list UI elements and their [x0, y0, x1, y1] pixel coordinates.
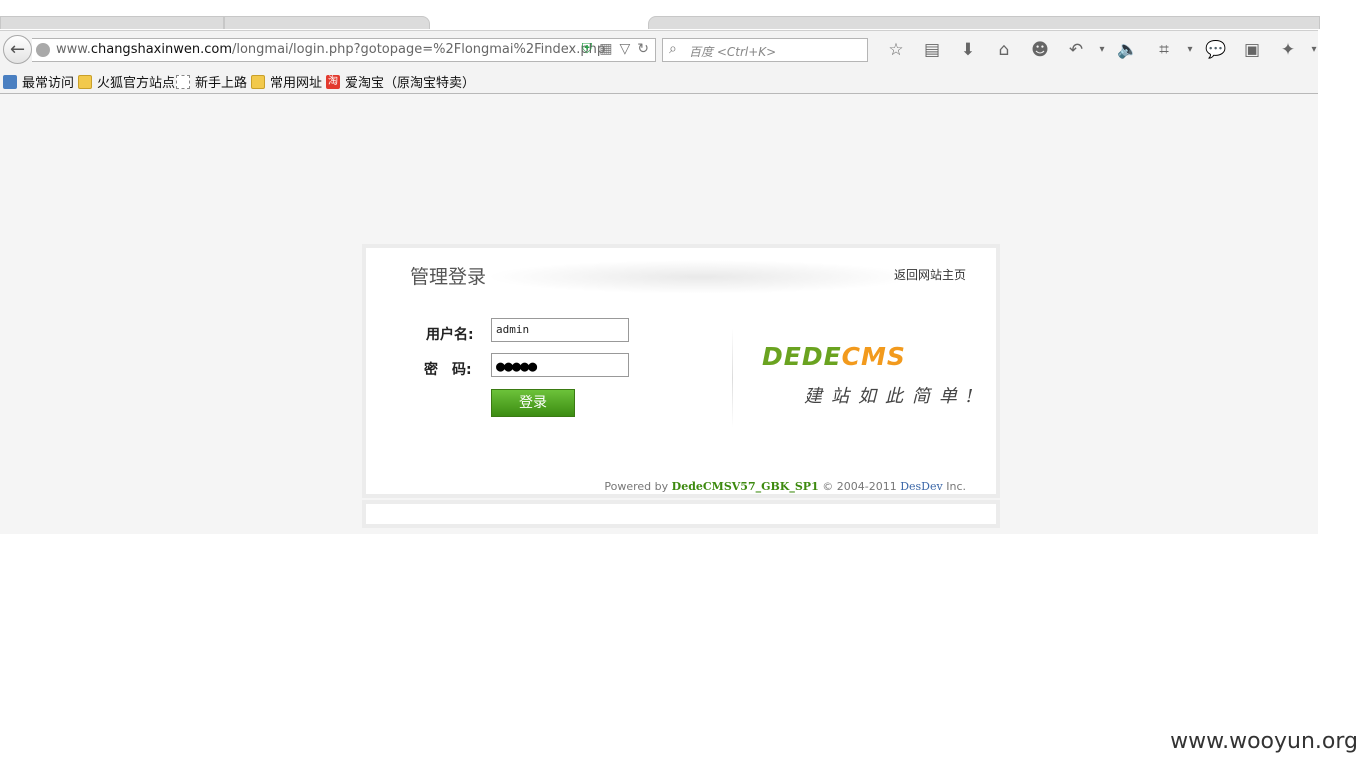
username-label: 用户名: — [426, 327, 474, 343]
home-icon[interactable]: ⌂ — [986, 39, 1022, 61]
dropdown-icon[interactable]: ▽ — [619, 41, 630, 57]
tab-2[interactable] — [224, 16, 430, 29]
toolbar: ☆ ▤ ⬇ ⌂ ☻ ↶ ▾ 🔈 ⌗ ▾ 💬 ▣ ✦ ▾ — [878, 39, 1322, 61]
bookmark-label: 火狐官方站点 — [97, 76, 176, 91]
volume-icon[interactable]: 🔈 — [1110, 39, 1146, 61]
undo-icon[interactable]: ↶ — [1058, 39, 1094, 61]
chevron-down-icon[interactable]: ▾ — [1306, 39, 1322, 61]
tab-3[interactable] — [648, 16, 1320, 29]
bookmarks-bar: 最常访问 火狐官方站点 新手上路 常用网址 淘 爱淘宝（原淘宝特卖） — [0, 69, 1318, 94]
login-footer-bar — [362, 500, 1000, 528]
password-mask: ●●●●● — [496, 357, 537, 375]
bookmark-most-visited[interactable]: 最常访问 — [3, 72, 74, 91]
folder-icon — [251, 74, 265, 89]
taobao-icon: 淘 — [326, 74, 340, 89]
username-input[interactable]: admin — [491, 318, 629, 342]
back-home-link[interactable]: 返回网站主页 — [894, 266, 966, 283]
chevron-down-icon[interactable]: ▾ — [1182, 39, 1198, 61]
bookmark-label: 最常访问 — [22, 76, 75, 91]
download-icon[interactable]: ⬇ — [950, 39, 986, 61]
qr-code-icon[interactable]: ▦ — [599, 41, 612, 57]
globe-icon — [36, 43, 50, 57]
reload-icon[interactable]: ↻ — [637, 41, 649, 57]
extension-icon[interactable]: ✦ — [1270, 39, 1306, 61]
tab-1[interactable] — [0, 16, 224, 29]
translate-icon[interactable]: ▣ — [1234, 39, 1270, 61]
search-placeholder: 百度 <Ctrl+K> — [689, 45, 777, 59]
watermark: www.wooyun.org — [1170, 729, 1358, 754]
version-link[interactable]: DedeCMSV57_GBK_SP1 — [672, 480, 819, 493]
title-shade — [486, 260, 916, 294]
search-icon: ⌕ — [669, 41, 677, 57]
password-input[interactable]: ●●●●● — [491, 353, 629, 377]
desdev-link[interactable]: DesDev — [900, 480, 943, 493]
star-icon[interactable]: ☆ — [878, 39, 914, 61]
page-title: 管理登录 — [410, 266, 487, 288]
login-button[interactable]: 登录 — [491, 389, 575, 417]
shield-icon[interactable]: ⛨ — [582, 41, 593, 57]
bookmark-getting-started[interactable]: 新手上路 — [176, 72, 247, 91]
bookmark-label: 常用网址 — [270, 76, 323, 91]
dedecms-logo: DEDECMS — [762, 342, 906, 371]
page-content: 管理登录 返回网站主页 用户名: admin 密 码: ●●●●● 登录 DED… — [0, 94, 1318, 534]
bookmark-common-sites[interactable]: 常用网址 — [251, 72, 322, 91]
search-bar[interactable]: ⌕ 百度 <Ctrl+K> — [662, 38, 868, 62]
tab-strip — [0, 0, 1320, 30]
login-panel: 管理登录 返回网站主页 用户名: admin 密 码: ●●●●● 登录 DED… — [362, 244, 1000, 498]
reader-icon[interactable]: ▤ — [914, 39, 950, 61]
password-label: 密 码: — [424, 362, 472, 378]
navigation-bar: ← www.changshaxinwen.com/longmai/login.p… — [0, 30, 1318, 69]
logo-slogan: 建站如此简单! — [804, 386, 983, 407]
chevron-down-icon[interactable]: ▾ — [1094, 39, 1110, 61]
folder-icon — [78, 74, 92, 89]
page-icon — [176, 74, 190, 89]
divider — [732, 328, 733, 428]
bookmark-taobao[interactable]: 淘 爱淘宝（原淘宝特卖） — [326, 72, 475, 91]
bookmark-label: 新手上路 — [195, 76, 248, 91]
chat-icon[interactable]: 💬 — [1198, 39, 1234, 61]
bookmark-firefox-sites[interactable]: 火狐官方站点 — [78, 72, 175, 91]
smiley-icon[interactable]: ☻ — [1022, 39, 1058, 61]
bookmark-label: 爱淘宝（原淘宝特卖） — [345, 76, 476, 91]
powered-by: Powered by DedeCMSV57_GBK_SP1 © 2004-201… — [604, 480, 966, 493]
crop-icon[interactable]: ⌗ — [1146, 39, 1182, 61]
url-icons: ⛨ ▦ ▽ ↻ — [582, 41, 649, 57]
back-arrow-icon: ← — [9, 39, 26, 60]
back-button[interactable]: ← — [3, 35, 32, 64]
url-text: www.changshaxinwen.com/longmai/login.php… — [56, 42, 606, 57]
most-visited-icon — [3, 74, 17, 89]
url-bar[interactable]: www.changshaxinwen.com/longmai/login.php… — [32, 38, 656, 62]
